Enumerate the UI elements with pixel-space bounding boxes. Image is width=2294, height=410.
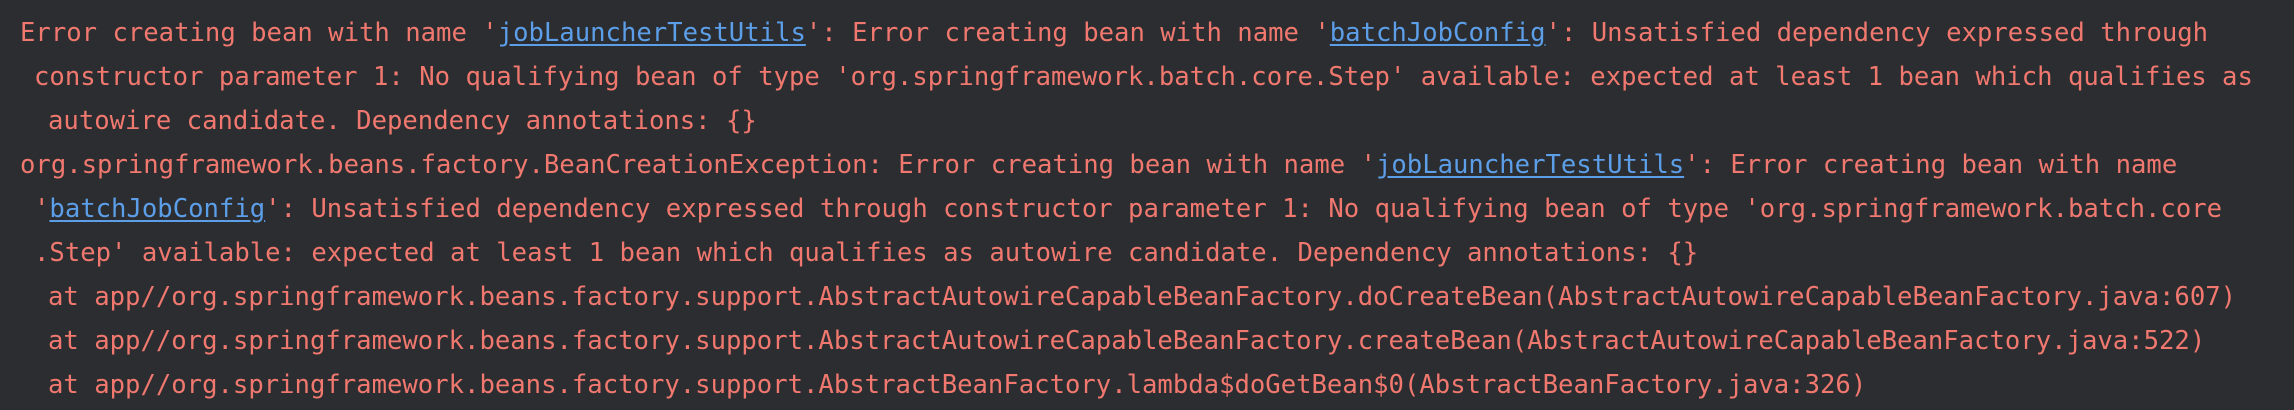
- console-line-error-message-cont: autowire candidate. Dependency annotatio…: [48, 99, 757, 143]
- line-text: ': Unsatisfied dependency expressed thro…: [1545, 18, 2209, 48]
- line-text: ': Error creating bean with name: [1684, 150, 2178, 180]
- line-text: .Step' available: expected at least 1 be…: [34, 238, 1699, 268]
- bean-link-batchJobConfig[interactable]: batchJobConfig: [49, 194, 265, 224]
- line-text: Error creating bean with name ': [20, 18, 498, 48]
- console-line-exception-cont: 'batchJobConfig': Unsatisfied dependency…: [34, 187, 2222, 231]
- console-output[interactable]: Error creating bean with name 'jobLaunch…: [0, 0, 2294, 410]
- stack-trace-line[interactable]: at app//org.springframework.beans.factor…: [48, 363, 1866, 407]
- line-text: autowire candidate. Dependency annotatio…: [48, 106, 757, 136]
- line-text: constructor parameter 1: No qualifying b…: [34, 62, 2253, 92]
- line-text: ': Unsatisfied dependency expressed thro…: [265, 194, 2223, 224]
- console-line-error-message: Error creating bean with name 'jobLaunch…: [20, 11, 2208, 55]
- console-line-error-message-cont: constructor parameter 1: No qualifying b…: [34, 55, 2253, 99]
- bean-link-jobLauncherTestUtils[interactable]: jobLauncherTestUtils: [498, 18, 806, 48]
- bean-link-batchJobConfig[interactable]: batchJobConfig: [1330, 18, 1546, 48]
- line-text: at app//org.springframework.beans.factor…: [48, 370, 1867, 400]
- line-text: ': [34, 194, 50, 224]
- stack-trace-line[interactable]: at app//org.springframework.beans.factor…: [48, 275, 2236, 319]
- line-text: at app//org.springframework.beans.factor…: [48, 282, 2237, 312]
- bean-link-jobLauncherTestUtils[interactable]: jobLauncherTestUtils: [1376, 150, 1684, 180]
- console-line-exception-cont: .Step' available: expected at least 1 be…: [34, 231, 1698, 275]
- line-text: org.springframework.beans.factory.BeanCr…: [20, 150, 1376, 180]
- line-text: ': Error creating bean with name ': [805, 18, 1330, 48]
- console-line-exception: org.springframework.beans.factory.BeanCr…: [20, 143, 2177, 187]
- line-text: at app//org.springframework.beans.factor…: [48, 326, 2206, 356]
- stack-trace-line[interactable]: at app//org.springframework.beans.factor…: [48, 319, 2205, 363]
